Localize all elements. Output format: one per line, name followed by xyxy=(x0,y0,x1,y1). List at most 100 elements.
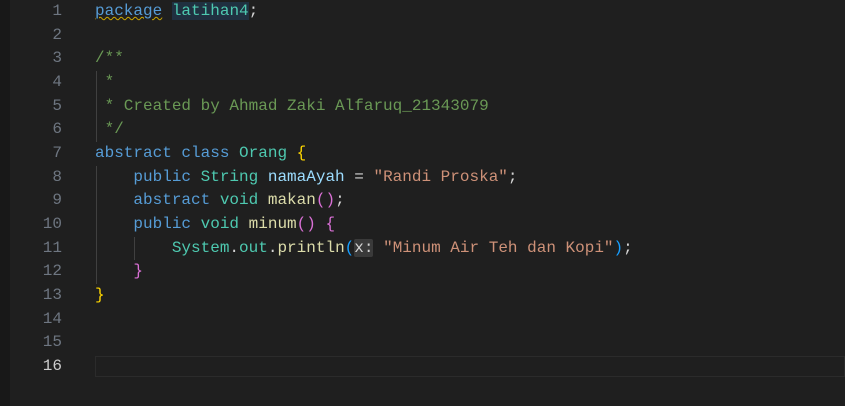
code-token: void xyxy=(219,191,259,210)
line-code: public String namaAyah = "Randi Proska"; xyxy=(95,166,518,190)
code-token: * xyxy=(95,73,115,91)
line-number: 4 xyxy=(52,73,62,91)
code-token: } xyxy=(133,262,144,281)
line-number: 3 xyxy=(52,49,62,68)
line-code: } xyxy=(95,260,143,284)
code-line[interactable]: 2 xyxy=(0,24,845,48)
code-token: class xyxy=(181,144,230,163)
line-number: 14 xyxy=(42,309,62,328)
code-token: ( xyxy=(344,238,355,257)
code-line[interactable]: 1 package latihan4; xyxy=(0,0,845,24)
code-line[interactable]: 12 } xyxy=(0,260,845,284)
code-token: "Minum Air Teh dan Kopi" xyxy=(383,238,614,257)
code-token: makan xyxy=(267,191,316,210)
inlay-hint: x: xyxy=(354,238,374,257)
line-number: 16 xyxy=(42,357,62,376)
line-number: 8 xyxy=(52,167,62,186)
line-code: */ xyxy=(95,118,124,142)
code-line[interactable]: 4 * xyxy=(0,71,845,95)
line-number: 2 xyxy=(52,25,62,44)
code-token: package xyxy=(95,2,163,20)
code-token: ; xyxy=(507,167,518,186)
code-token: /** xyxy=(95,49,124,68)
line-code: * xyxy=(95,71,115,95)
code-token: latihan4 xyxy=(171,2,249,20)
code-line[interactable]: 14 xyxy=(0,308,845,332)
code-token: ; xyxy=(335,191,345,210)
code-line[interactable]: 5 * Created by Ahmad Zaki Alfaruq_213430… xyxy=(0,95,845,119)
line-code: package latihan4; xyxy=(95,0,258,24)
code-token: () xyxy=(296,215,316,234)
code-token: . xyxy=(267,238,278,257)
code-token: public xyxy=(133,215,192,234)
code-token: */ xyxy=(95,120,124,139)
code-line[interactable]: 6 */ xyxy=(0,118,845,142)
code-token: abstract xyxy=(133,191,211,210)
code-token: = xyxy=(344,167,374,186)
line-code: abstract class Orang { xyxy=(95,142,306,166)
code-token: minum xyxy=(248,215,297,234)
code-token: namaAyah xyxy=(267,167,345,186)
code-line[interactable]: 15 xyxy=(0,331,845,355)
line-code: * Created by Ahmad Zaki Alfaruq_21343079 xyxy=(95,95,489,119)
line-number: 9 xyxy=(52,191,62,210)
code-token: { xyxy=(296,144,307,163)
line-number: 1 xyxy=(52,2,62,20)
code-token: Orang xyxy=(239,144,288,163)
code-token: ; xyxy=(248,2,259,20)
code-token: "Randi Proska" xyxy=(373,167,508,186)
line-number: 12 xyxy=(42,262,62,281)
current-line-highlight xyxy=(95,356,845,378)
line-number: 6 xyxy=(52,120,62,139)
code-token: System xyxy=(171,238,230,257)
code-line[interactable]: 16 xyxy=(0,355,845,379)
code-token: . xyxy=(229,238,240,257)
line-code: } xyxy=(95,284,105,308)
code-token: abstract xyxy=(95,144,172,163)
line-code: public void minum() { xyxy=(95,213,335,237)
line-number: 5 xyxy=(52,96,62,115)
code-line[interactable]: 13} xyxy=(0,284,845,308)
code-token: String xyxy=(200,167,259,186)
code-line[interactable]: 10 public void minum() { xyxy=(0,213,845,237)
code-token: ) xyxy=(613,238,624,257)
code-token: } xyxy=(95,286,105,305)
code-token: * Created by Ahmad Zaki Alfaruq_21343079 xyxy=(95,96,489,115)
code-token: ; xyxy=(623,238,633,257)
line-number: 7 xyxy=(52,144,62,163)
line-code: abstract void makan(); xyxy=(95,189,345,213)
code-token: { xyxy=(325,215,336,234)
line-number: 15 xyxy=(42,333,62,352)
line-code: System.out.println(x: "Minum Air Teh dan… xyxy=(95,237,633,261)
code-token: out xyxy=(239,238,268,257)
line-number: 13 xyxy=(42,286,62,305)
code-token: println xyxy=(277,238,345,257)
code-line[interactable]: 8 public String namaAyah = "Randi Proska… xyxy=(0,166,845,190)
line-number: 10 xyxy=(42,215,62,234)
code-token: void xyxy=(200,215,240,234)
code-line[interactable]: 11 System.out.println(x: "Minum Air Teh … xyxy=(0,237,845,261)
line-number: 11 xyxy=(42,238,62,257)
code-line[interactable]: 3 /** xyxy=(0,47,845,71)
code-line[interactable]: 9 abstract void makan(); xyxy=(0,189,845,213)
line-code: /** xyxy=(95,47,124,71)
code-token: public xyxy=(133,167,192,186)
code-line[interactable]: 7 abstract class Orang { xyxy=(0,142,845,166)
code-token: () xyxy=(315,191,336,210)
